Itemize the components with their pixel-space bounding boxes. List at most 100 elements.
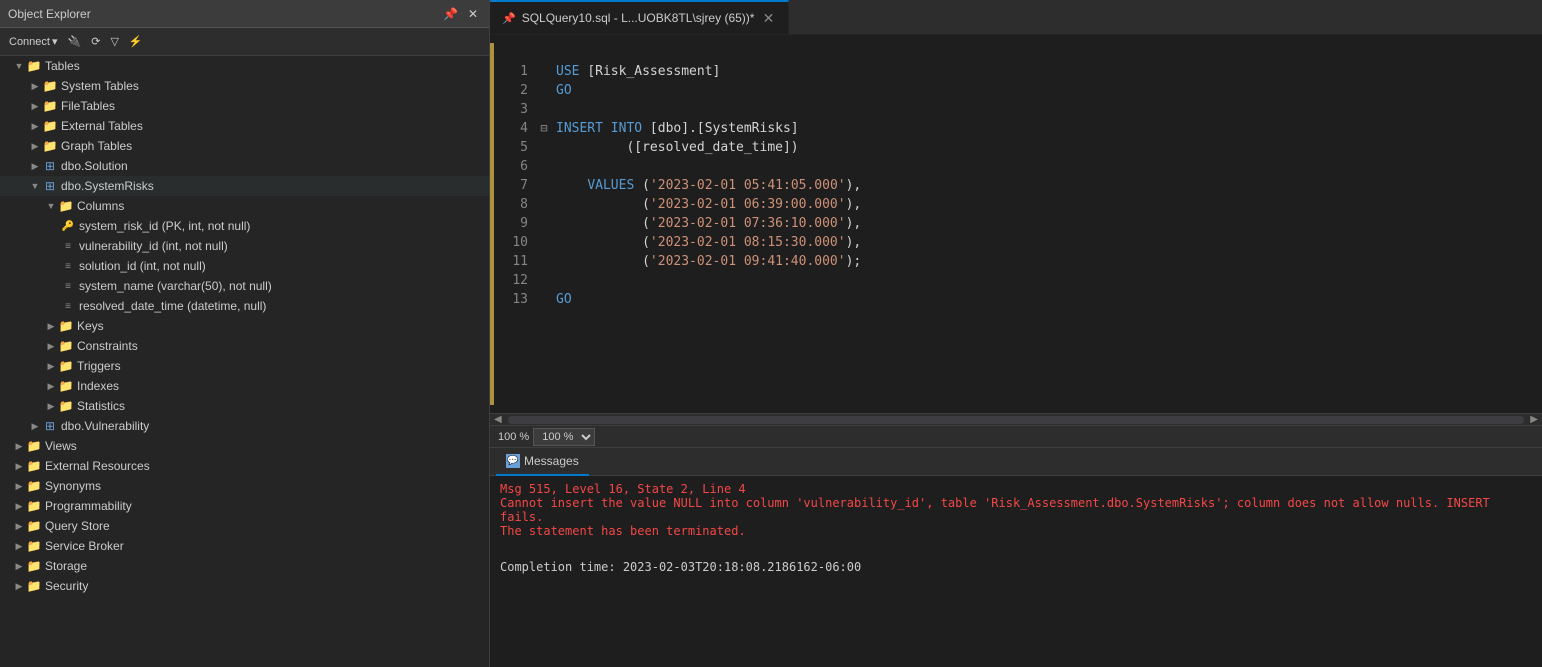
expand-dbo-systemrisks[interactable]: ▼ bbox=[28, 179, 42, 193]
tree-item-views[interactable]: ▶ 📁 Views bbox=[0, 436, 489, 456]
zoom-dropdown[interactable]: 100 % 75 % 125 % 150 % bbox=[533, 428, 595, 446]
expand-constraints[interactable]: ▶ bbox=[44, 339, 58, 353]
storage-label: Storage bbox=[45, 559, 87, 573]
expand-service-broker[interactable]: ▶ bbox=[12, 539, 26, 553]
tree-item-system-tables[interactable]: ▶ 📁 System Tables bbox=[0, 76, 489, 96]
indexes-label: Indexes bbox=[77, 379, 119, 393]
expand-storage[interactable]: ▶ bbox=[12, 559, 26, 573]
tree-item-constraints[interactable]: ▶ 📁 Constraints bbox=[0, 336, 489, 356]
expand-dbo-vulnerability[interactable]: ▶ bbox=[28, 419, 42, 433]
constraints-label: Constraints bbox=[77, 339, 138, 353]
expand-programmability[interactable]: ▶ bbox=[12, 499, 26, 513]
expand-graph-tables[interactable]: ▶ bbox=[28, 139, 42, 153]
folder-icon: 📁 bbox=[26, 59, 42, 73]
programmability-label: Programmability bbox=[45, 499, 132, 513]
tree-item-dbo-vulnerability[interactable]: ▶ ⊞ dbo.Vulnerability bbox=[0, 416, 489, 436]
query-store-label: Query Store bbox=[45, 519, 110, 533]
folder-icon: 📁 bbox=[58, 379, 74, 393]
tree-item-dbo-systemrisks[interactable]: ▼ ⊞ dbo.SystemRisks bbox=[0, 176, 489, 196]
connect-button[interactable]: Connect ▾ bbox=[6, 34, 61, 49]
expand-security[interactable]: ▶ bbox=[12, 579, 26, 593]
zoom-level: 100 % bbox=[498, 431, 529, 443]
tree-item-indexes[interactable]: ▶ 📁 Indexes bbox=[0, 376, 489, 396]
pk-icon: 🔑 bbox=[60, 219, 76, 233]
tree-item-graph-tables[interactable]: ▶ 📁 Graph Tables bbox=[0, 136, 489, 156]
tree-item-tables[interactable]: ▼ 📁 Tables bbox=[0, 56, 489, 76]
folder-icon: 📁 bbox=[42, 139, 58, 153]
col-solution-id-label: solution_id (int, not null) bbox=[79, 259, 206, 273]
col-resolved-date-time-label: resolved_date_time (datetime, null) bbox=[79, 299, 266, 313]
folder-icon: 📁 bbox=[26, 479, 42, 493]
expand-query-store[interactable]: ▶ bbox=[12, 519, 26, 533]
horizontal-scrollbar[interactable]: ◀ ▶ bbox=[490, 413, 1542, 425]
activity-button[interactable]: ⚡ bbox=[126, 34, 146, 49]
code-content[interactable]: USE [Risk_Assessment] GO INSERT INTO [db… bbox=[552, 43, 1542, 405]
folder-icon: 📁 bbox=[26, 539, 42, 553]
tree-item-keys[interactable]: ▶ 📁 Keys bbox=[0, 316, 489, 336]
oe-toolbar: Connect ▾ 🔌 ⟳ ▽ ⚡ bbox=[0, 28, 489, 56]
tree-item-external-tables[interactable]: ▶ 📁 External Tables bbox=[0, 116, 489, 136]
col-icon: ≡ bbox=[60, 239, 76, 253]
expand-system-tables[interactable]: ▶ bbox=[28, 79, 42, 93]
tree-item-synonyms[interactable]: ▶ 📁 Synonyms bbox=[0, 476, 489, 496]
tree-item-statistics[interactable]: ▶ 📁 Statistics bbox=[0, 396, 489, 416]
tree-item-security[interactable]: ▶ 📁 Security bbox=[0, 576, 489, 596]
expand-external-resources[interactable]: ▶ bbox=[12, 459, 26, 473]
dbo-systemrisks-label: dbo.SystemRisks bbox=[61, 179, 154, 193]
folder-icon: 📁 bbox=[26, 499, 42, 513]
tree-item-col-system-risk-id[interactable]: 🔑 system_risk_id (PK, int, not null) bbox=[0, 216, 489, 236]
tree-item-programmability[interactable]: ▶ 📁 Programmability bbox=[0, 496, 489, 516]
folder-icon: 📁 bbox=[58, 339, 74, 353]
table-icon: ⊞ bbox=[42, 179, 58, 193]
tree-item-query-store[interactable]: ▶ 📁 Query Store bbox=[0, 516, 489, 536]
tree-item-triggers[interactable]: ▶ 📁 Triggers bbox=[0, 356, 489, 376]
external-resources-label: External Resources bbox=[45, 459, 150, 473]
yellow-indicator bbox=[490, 43, 494, 405]
expand-triggers[interactable]: ▶ bbox=[44, 359, 58, 373]
expand-views[interactable]: ▶ bbox=[12, 439, 26, 453]
tree-item-columns[interactable]: ▼ 📁 Columns bbox=[0, 196, 489, 216]
close-icon[interactable]: ✕ bbox=[465, 6, 481, 22]
code-area[interactable]: 1 2 3 4 5 6 7 8 9 10 11 12 13 bbox=[490, 35, 1542, 413]
expand-indexes[interactable]: ▶ bbox=[44, 379, 58, 393]
folder-icon: 📁 bbox=[58, 399, 74, 413]
tree-item-col-system-name[interactable]: ≡ system_name (varchar(50), not null) bbox=[0, 276, 489, 296]
object-explorer: Object Explorer 📌 ✕ Connect ▾ 🔌 ⟳ ▽ ⚡ ▼ … bbox=[0, 0, 490, 667]
tree-item-service-broker[interactable]: ▶ 📁 Service Broker bbox=[0, 536, 489, 556]
folder-icon: 📁 bbox=[26, 519, 42, 533]
expand-keys[interactable]: ▶ bbox=[44, 319, 58, 333]
system-tables-label: System Tables bbox=[61, 79, 139, 93]
col-icon: ≡ bbox=[60, 279, 76, 293]
expand-columns[interactable]: ▼ bbox=[44, 199, 58, 213]
tree-item-filetables[interactable]: ▶ 📁 FileTables bbox=[0, 96, 489, 116]
tree-item-dbo-solution[interactable]: ▶ ⊞ dbo.Solution bbox=[0, 156, 489, 176]
tree-item-col-resolved-date-time[interactable]: ≡ resolved_date_time (datetime, null) bbox=[0, 296, 489, 316]
expand-statistics[interactable]: ▶ bbox=[44, 399, 58, 413]
main-container: Object Explorer 📌 ✕ Connect ▾ 🔌 ⟳ ▽ ⚡ ▼ … bbox=[0, 0, 1542, 667]
pin-icon[interactable]: 📌 bbox=[440, 6, 461, 22]
expand-tables[interactable]: ▼ bbox=[12, 59, 26, 73]
scroll-right-arrow[interactable]: ▶ bbox=[1526, 414, 1542, 425]
tree-item-external-resources[interactable]: ▶ 📁 External Resources bbox=[0, 456, 489, 476]
editor-tab[interactable]: 📌 SQLQuery10.sql - L...UOBK8TL\sjrey (65… bbox=[490, 0, 789, 34]
expand-dbo-solution[interactable]: ▶ bbox=[28, 159, 42, 173]
refresh-button[interactable]: ⟳ bbox=[88, 34, 103, 49]
folder-icon: 📁 bbox=[26, 559, 42, 573]
expand-external-tables[interactable]: ▶ bbox=[28, 119, 42, 133]
disconnect-button[interactable]: 🔌 bbox=[65, 34, 85, 49]
messages-tab[interactable]: 💬 Messages bbox=[496, 448, 589, 476]
filetables-label: FileTables bbox=[61, 99, 115, 113]
tree-item-storage[interactable]: ▶ 📁 Storage bbox=[0, 556, 489, 576]
tab-close-button[interactable]: ✕ bbox=[760, 10, 776, 26]
expand-filetables[interactable]: ▶ bbox=[28, 99, 42, 113]
tab-label: SQLQuery10.sql - L...UOBK8TL\sjrey (65))… bbox=[522, 11, 755, 25]
tree-item-col-vulnerability-id[interactable]: ≡ vulnerability_id (int, not null) bbox=[0, 236, 489, 256]
col-icon: ≡ bbox=[60, 299, 76, 313]
messages-tabs: 💬 Messages bbox=[490, 448, 1542, 476]
tables-label: Tables bbox=[45, 59, 80, 73]
expand-synonyms[interactable]: ▶ bbox=[12, 479, 26, 493]
tree-item-col-solution-id[interactable]: ≡ solution_id (int, not null) bbox=[0, 256, 489, 276]
scroll-left-arrow[interactable]: ◀ bbox=[490, 414, 506, 425]
scroll-track[interactable] bbox=[508, 416, 1525, 424]
filter-button[interactable]: ▽ bbox=[107, 34, 121, 49]
